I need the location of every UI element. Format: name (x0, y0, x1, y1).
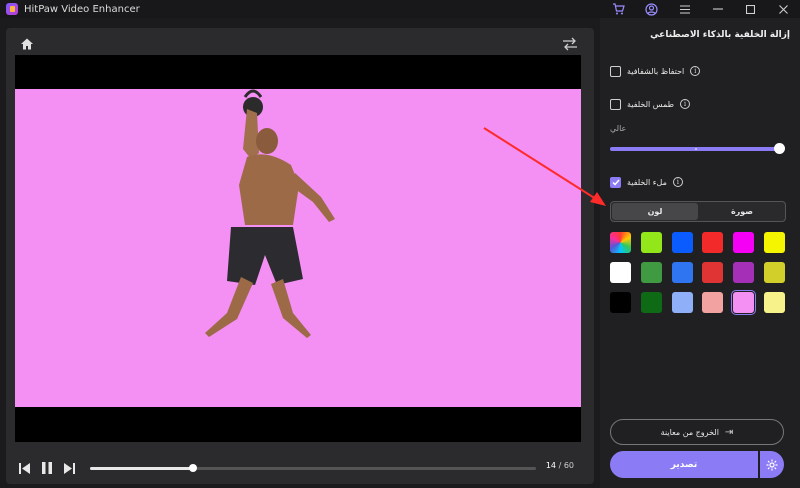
fill-type-toggle: لون صورة (610, 201, 786, 222)
color-swatch[interactable] (671, 262, 693, 283)
blur-level-label: عالي (610, 124, 627, 133)
total-frames: 60 (563, 461, 574, 470)
minimize-icon[interactable] (701, 0, 734, 18)
color-swatch[interactable] (610, 262, 631, 283)
title-bar: HitPaw Video Enhancer (0, 0, 800, 18)
exit-preview-button[interactable]: الخروج من معاينة ⇥ (610, 419, 784, 445)
fill-background-label: ملء الخلفية (627, 177, 667, 187)
preview-pane: 14 / 60 (6, 28, 594, 484)
blur-level-slider[interactable] (610, 143, 785, 154)
export-settings-button[interactable] (760, 451, 784, 478)
tab-color[interactable]: لون (612, 203, 698, 220)
cart-icon[interactable] (602, 0, 635, 18)
checkmark-icon (611, 179, 620, 186)
keep-transparency-label: احتفاظ بالشفافية (627, 66, 685, 76)
person-figure (205, 89, 335, 338)
color-swatch[interactable] (671, 232, 693, 253)
color-swatch[interactable] (731, 290, 757, 315)
color-swatch[interactable] (702, 262, 724, 283)
frame-counter: 14 / 60 (545, 461, 574, 470)
app-logo (6, 3, 18, 15)
slider-handle[interactable] (774, 143, 785, 154)
slider-midpoint (695, 148, 697, 150)
exit-preview-label: الخروج من معاينة (660, 427, 719, 437)
color-swatch[interactable] (733, 262, 755, 283)
color-swatch[interactable] (702, 232, 724, 253)
timeline-handle[interactable] (188, 464, 197, 472)
gear-icon (766, 459, 778, 470)
keep-transparency-option[interactable]: احتفاظ بالشفافية i (610, 64, 790, 78)
playback-controls: 14 / 60 (6, 456, 594, 480)
account-icon[interactable] (635, 0, 668, 18)
prev-frame-icon[interactable] (14, 460, 36, 476)
settings-panel: إزالة الخلفية بالذكاء الاصطناعي احتفاظ ب… (600, 18, 800, 488)
home-icon[interactable] (20, 36, 34, 50)
timeline-progress (90, 467, 193, 470)
color-swatch[interactable] (640, 232, 662, 253)
color-swatch[interactable] (733, 232, 755, 253)
pause-icon[interactable] (36, 460, 58, 476)
color-swatch[interactable] (640, 292, 662, 313)
maximize-icon[interactable] (734, 0, 767, 18)
info-icon[interactable]: i (672, 177, 683, 187)
video-preview (15, 55, 581, 442)
exit-icon: ⇥ (724, 426, 734, 438)
filled-background (15, 89, 581, 407)
color-swatch[interactable] (702, 292, 724, 313)
export-button[interactable]: تصدير (610, 451, 758, 478)
color-swatch[interactable] (763, 292, 785, 313)
color-swatch-grid (610, 232, 786, 315)
color-swatch[interactable] (763, 232, 785, 253)
color-swatch[interactable] (610, 292, 631, 313)
panel-title: إزالة الخلفية بالذكاء الاصطناعي (650, 30, 790, 40)
info-icon[interactable]: i (690, 66, 701, 76)
color-picker-swatch[interactable] (610, 232, 631, 253)
keep-transparency-checkbox[interactable] (610, 65, 621, 77)
blur-background-label: طمس الخلفية (627, 99, 674, 109)
color-swatch[interactable] (763, 262, 785, 283)
fill-background-checkbox[interactable] (610, 176, 621, 188)
color-swatch[interactable] (671, 292, 693, 313)
swap-compare-icon[interactable] (562, 36, 578, 51)
blur-background-checkbox[interactable] (610, 98, 621, 110)
menu-icon[interactable] (668, 0, 701, 18)
next-frame-icon[interactable] (58, 460, 80, 476)
app-title: HitPaw Video Enhancer (24, 3, 140, 15)
current-frame: 14 (545, 461, 557, 470)
tab-image[interactable]: صورة (699, 202, 785, 221)
close-icon[interactable] (767, 0, 800, 18)
timeline-scrubber[interactable] (90, 464, 536, 472)
blur-background-option[interactable]: طمس الخلفية i (610, 97, 790, 111)
fill-background-option[interactable]: ملء الخلفية i (610, 175, 790, 189)
color-swatch[interactable] (640, 262, 662, 283)
info-icon[interactable]: i (679, 99, 690, 109)
